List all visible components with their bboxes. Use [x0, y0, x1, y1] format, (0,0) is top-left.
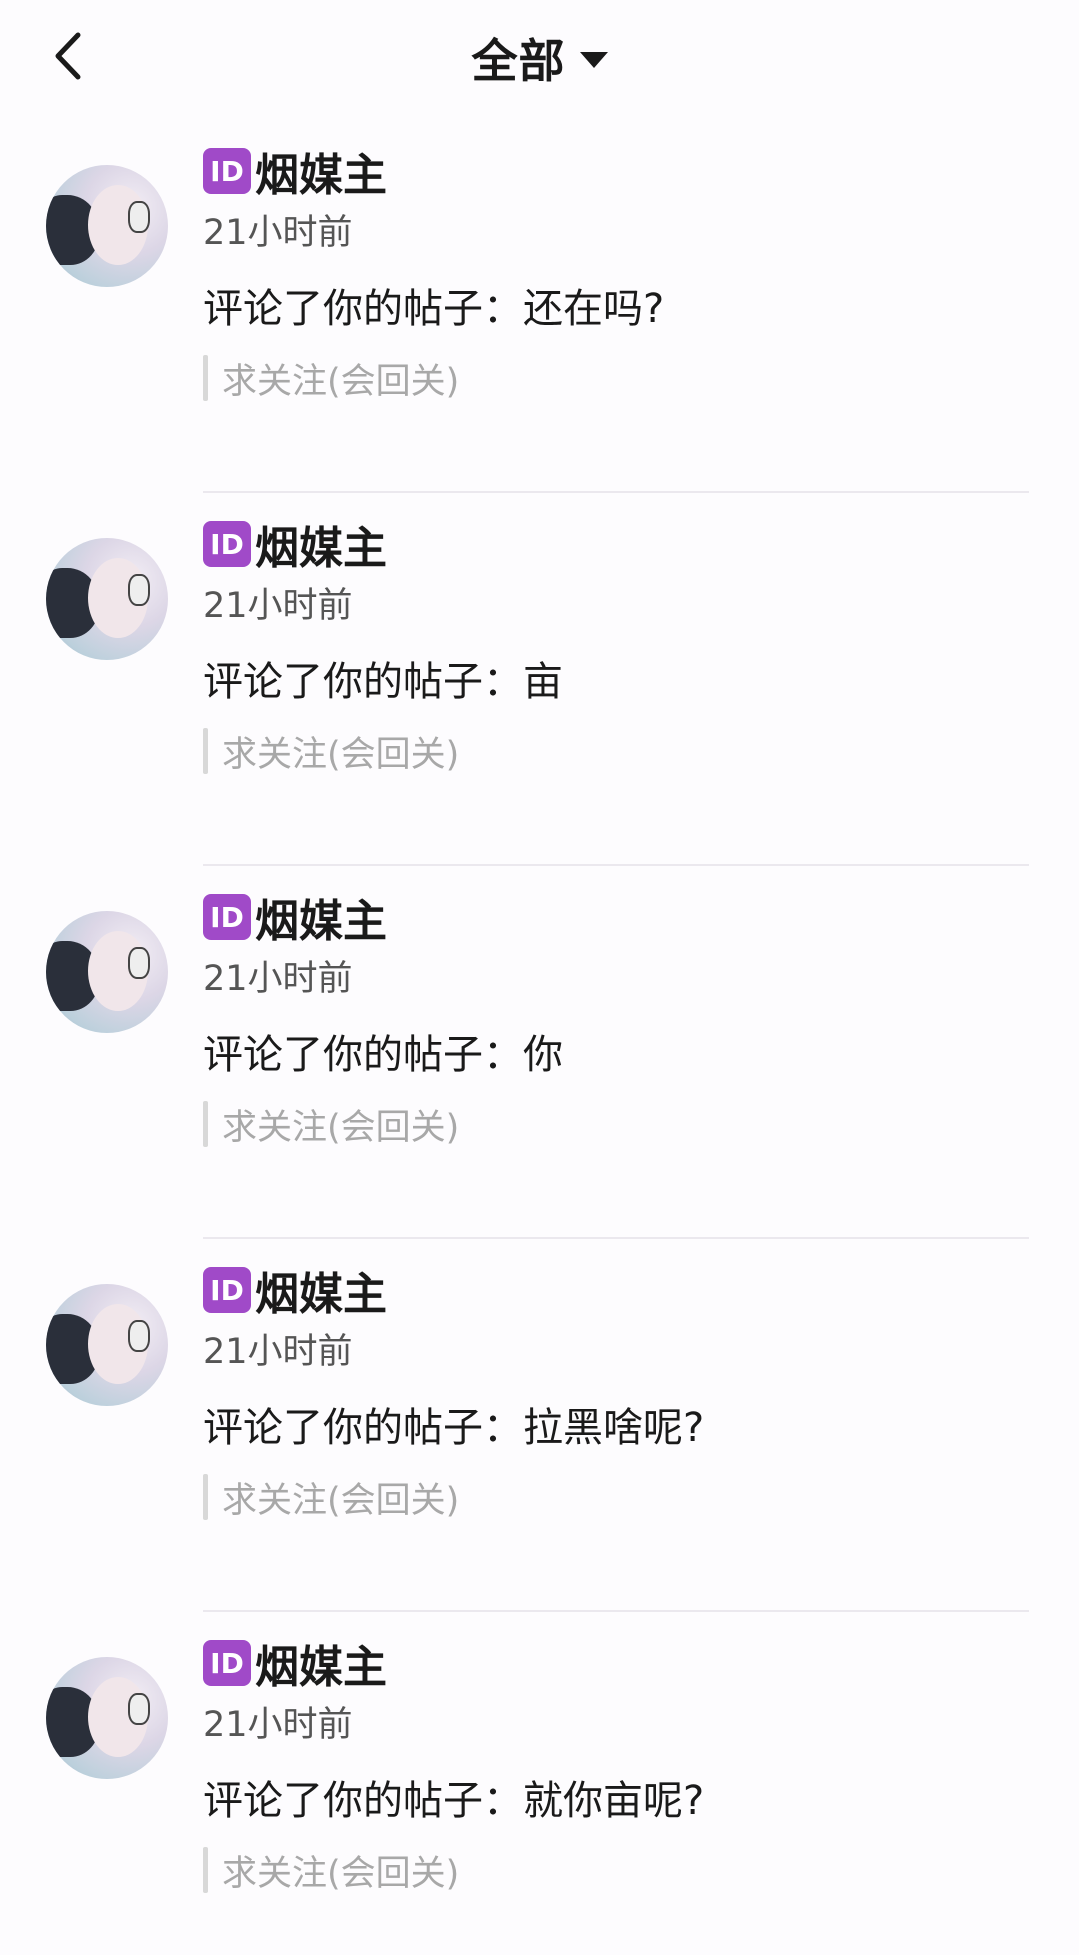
- notification-content: ID 烟媒主 21小时前 评论了你的帖子：就你亩呢? 求关注(会回关): [203, 1632, 1034, 1894]
- notification-list: ID 烟媒主 21小时前 评论了你的帖子：还在吗? 求关注(会回关) ID 烟媒…: [0, 120, 1079, 1955]
- notification-item[interactable]: ID 烟媒主 21小时前 评论了你的帖子：你 求关注(会回关): [0, 866, 1079, 1239]
- user-name[interactable]: 烟媒主: [255, 512, 387, 576]
- id-badge-icon: ID: [203, 148, 251, 194]
- quote-text: 求关注(会回关): [222, 734, 460, 775]
- notification-content: ID 烟媒主 21小时前 评论了你的帖子：拉黑啥呢? 求关注(会回关): [203, 1259, 1034, 1521]
- comment-text[interactable]: 评论了你的帖子：就你亩呢?: [203, 1768, 1034, 1834]
- quoted-post[interactable]: 求关注(会回关): [203, 727, 1034, 775]
- id-badge-icon: ID: [203, 1267, 251, 1313]
- quote-text: 求关注(会回关): [222, 361, 460, 402]
- avatar[interactable]: [46, 538, 168, 660]
- notification-content: ID 烟媒主 21小时前 评论了你的帖子：还在吗? 求关注(会回关): [203, 140, 1034, 402]
- timestamp: 21小时前: [203, 213, 353, 253]
- user-name[interactable]: 烟媒主: [255, 1258, 387, 1322]
- name-row: ID 烟媒主: [203, 886, 1034, 948]
- page-title: 全部: [471, 34, 566, 88]
- timestamp: 21小时前: [203, 959, 353, 999]
- comment-text[interactable]: 评论了你的帖子：还在吗?: [203, 276, 1034, 342]
- user-name[interactable]: 烟媒主: [255, 885, 387, 949]
- avatar[interactable]: [46, 911, 168, 1033]
- quote-text: 求关注(会回关): [222, 1107, 460, 1148]
- top-bar: 全部: [0, 0, 1079, 120]
- user-name[interactable]: 烟媒主: [255, 139, 387, 203]
- quote-bar: [203, 1474, 208, 1520]
- user-name[interactable]: 烟媒主: [255, 1631, 387, 1695]
- avatar[interactable]: [46, 1284, 168, 1406]
- timestamp: 21小时前: [203, 1705, 353, 1745]
- notification-item[interactable]: ID 烟媒主 21小时前 评论了你的帖子：就你亩呢? 求关注(会回关): [0, 1612, 1079, 1955]
- quote-bar: [203, 1847, 208, 1893]
- quoted-post[interactable]: 求关注(会回关): [203, 354, 1034, 402]
- avatar[interactable]: [46, 165, 168, 287]
- timestamp: 21小时前: [203, 1332, 353, 1372]
- comment-text[interactable]: 评论了你的帖子：亩: [203, 649, 1034, 715]
- name-row: ID 烟媒主: [203, 1632, 1034, 1694]
- name-row: ID 烟媒主: [203, 513, 1034, 575]
- caret-down-icon: [579, 52, 608, 68]
- name-row: ID 烟媒主: [203, 1259, 1034, 1321]
- notification-item[interactable]: ID 烟媒主 21小时前 评论了你的帖子：拉黑啥呢? 求关注(会回关): [0, 1239, 1079, 1612]
- quoted-post[interactable]: 求关注(会回关): [203, 1846, 1034, 1894]
- quote-text: 求关注(会回关): [222, 1480, 460, 1521]
- quote-text: 求关注(会回关): [222, 1853, 460, 1894]
- quote-bar: [203, 728, 208, 774]
- quoted-post[interactable]: 求关注(会回关): [203, 1100, 1034, 1148]
- comment-text[interactable]: 评论了你的帖子：拉黑啥呢?: [203, 1395, 1034, 1461]
- quoted-post[interactable]: 求关注(会回关): [203, 1473, 1034, 1521]
- notification-content: ID 烟媒主 21小时前 评论了你的帖子：亩 求关注(会回关): [203, 513, 1034, 775]
- id-badge-icon: ID: [203, 521, 251, 567]
- notification-content: ID 烟媒主 21小时前 评论了你的帖子：你 求关注(会回关): [203, 886, 1034, 1148]
- name-row: ID 烟媒主: [203, 140, 1034, 202]
- avatar[interactable]: [46, 1657, 168, 1779]
- notification-item[interactable]: ID 烟媒主 21小时前 评论了你的帖子：亩 求关注(会回关): [0, 493, 1079, 866]
- id-badge-icon: ID: [203, 1640, 251, 1686]
- id-badge-icon: ID: [203, 894, 251, 940]
- comment-text[interactable]: 评论了你的帖子：你: [203, 1022, 1034, 1088]
- filter-dropdown[interactable]: 全部: [0, 26, 1079, 90]
- timestamp: 21小时前: [203, 586, 353, 626]
- notification-item[interactable]: ID 烟媒主 21小时前 评论了你的帖子：还在吗? 求关注(会回关): [0, 120, 1079, 493]
- quote-bar: [203, 355, 208, 401]
- quote-bar: [203, 1101, 208, 1147]
